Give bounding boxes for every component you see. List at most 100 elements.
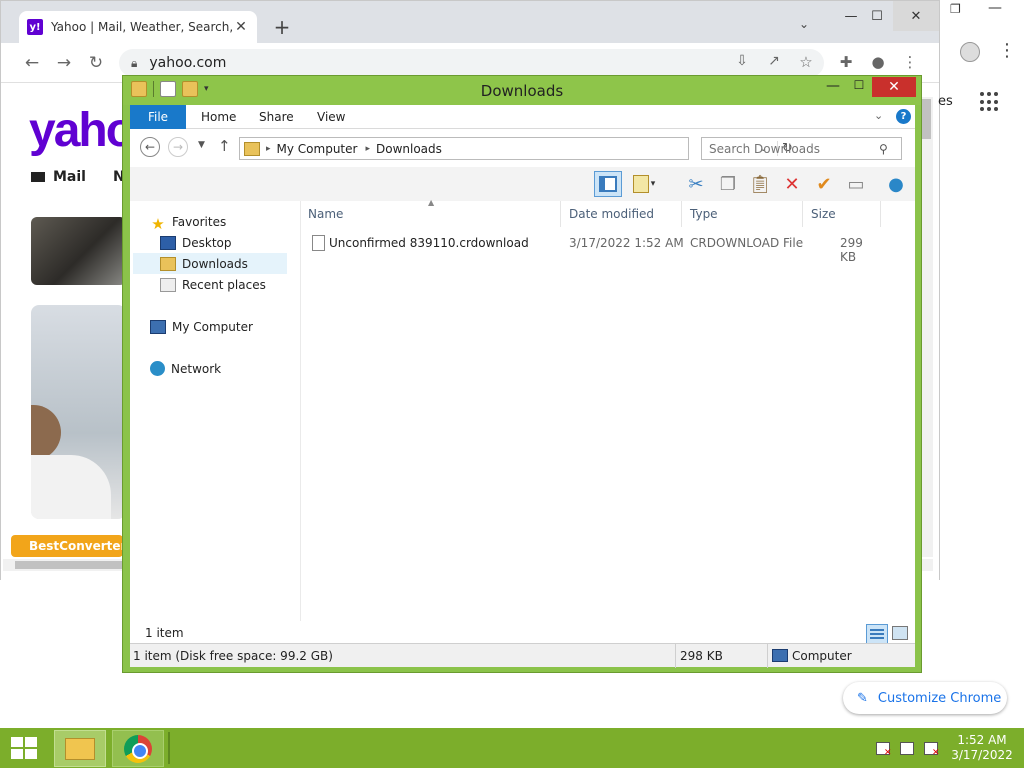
reload-icon[interactable]: ↻ (85, 53, 107, 73)
tab-share[interactable]: Share (259, 105, 294, 129)
yahoo-mail-link[interactable]: Mail (31, 169, 86, 185)
back-arrow-icon[interactable]: ← (21, 53, 43, 73)
up-arrow-icon[interactable]: ↑ (218, 137, 231, 155)
breadcrumb-my-computer[interactable]: My Computer (277, 142, 358, 156)
star-icon: ★ (151, 214, 165, 233)
search-input[interactable] (709, 141, 879, 156)
column-type[interactable]: Type (690, 207, 718, 227)
best-converter-ad[interactable]: BestConverter ONLINE (11, 535, 126, 563)
new-tab-button[interactable]: + (271, 15, 293, 39)
sidebar-item-recent-places[interactable]: Recent places (160, 274, 315, 295)
view-dropdown-icon: ▾ (650, 179, 656, 189)
tab-home[interactable]: Home (201, 105, 236, 129)
ribbon-expand-chevron-icon[interactable]: ⌄ (874, 109, 883, 122)
bookmark-star-icon[interactable]: ☆ (795, 53, 817, 71)
customize-chrome-button[interactable]: ✎ Customize Chrome (843, 682, 1007, 714)
restore-window-icon[interactable]: ❐ (950, 2, 961, 16)
forward-arrow-icon[interactable]: → (53, 53, 75, 73)
explorer-titlebar[interactable]: ▾ Downloads — ☐ ✕ (123, 76, 921, 105)
recent-locations-chevron-icon[interactable]: ▼ (198, 140, 205, 150)
clipboard-icon: 📋︎ (748, 173, 772, 195)
yahoo-logo[interactable]: yaho (29, 103, 135, 158)
column-separator[interactable] (560, 201, 561, 227)
column-separator[interactable] (880, 201, 881, 227)
rename-button[interactable]: ✔ (810, 171, 838, 197)
minimize-window-icon[interactable]: — (988, 0, 1002, 16)
hscroll-thumb[interactable] (15, 561, 125, 569)
explorer-close-button[interactable]: ✕ (872, 77, 916, 97)
search-icon[interactable]: ⚲ (879, 142, 888, 156)
properties-button[interactable]: ▭ (842, 171, 870, 197)
vscroll-thumb[interactable] (921, 99, 931, 139)
tab-search-chevron-icon[interactable]: ⌄ (799, 17, 809, 31)
tab-file[interactable]: File (130, 105, 186, 129)
taskbar-explorer-button[interactable] (54, 730, 106, 767)
taskbar-chrome-button[interactable] (112, 730, 164, 767)
copy-button[interactable]: ❐ (714, 171, 742, 197)
back-arrow-icon[interactable]: ← (140, 137, 160, 157)
command-toolbar: ▾ ✂ ❐ 📋︎ ✕ ✔ ▭ ● (130, 167, 915, 201)
install-app-icon[interactable]: ⇩ (731, 53, 753, 69)
person-head-shape (31, 405, 61, 460)
recent-places-icon (160, 277, 176, 292)
explorer-minimize-button[interactable]: — (820, 78, 846, 98)
pencil-icon: ✎ (857, 690, 868, 706)
chrome-close-button[interactable]: ✕ (893, 1, 939, 31)
column-date-modified[interactable]: Date modified (569, 207, 654, 227)
yahoo-right-partial: es (938, 94, 953, 109)
extensions-puzzle-icon[interactable]: ✚ (835, 53, 857, 71)
news-thumbnail[interactable] (31, 217, 126, 285)
preview-pane-button[interactable] (594, 171, 622, 197)
chrome-menu-icon[interactable]: ⋮ (899, 53, 921, 71)
navigation-pane: ★ Favorites Desktop Downloads Recent pla… (130, 201, 300, 621)
large-icons-view-button[interactable] (892, 626, 908, 640)
sidebar-item-desktop[interactable]: Desktop (160, 232, 315, 253)
browser-tab-yahoo[interactable]: y! Yahoo | Mail, Weather, Search, Po ✕ (19, 11, 257, 43)
explorer-maximize-button[interactable]: ☐ (846, 78, 872, 98)
forward-arrow-icon[interactable]: → (168, 137, 188, 157)
details-view-button[interactable] (866, 624, 888, 644)
status-size: 298 KB (675, 644, 767, 668)
breadcrumb-arrow-icon[interactable]: ▸ (266, 144, 271, 154)
profile-avatar-icon[interactable] (960, 42, 980, 62)
sidebar-item-my-computer[interactable]: My Computer (150, 316, 305, 337)
network-tray-icon[interactable] (900, 742, 914, 755)
taskbar-separator (168, 732, 170, 764)
help-button[interactable]: ? (896, 109, 911, 124)
column-name[interactable]: Name (308, 207, 343, 227)
feature-image[interactable] (31, 305, 126, 519)
table-row[interactable]: Unconfirmed 839110.crdownload 3/17/2022 … (302, 233, 882, 264)
breadcrumb-arrow-icon[interactable]: ▸ (365, 144, 370, 154)
search-box[interactable]: ⚲ (701, 137, 902, 160)
apps-grid-icon[interactable] (980, 92, 1000, 112)
delete-button[interactable]: ✕ (778, 171, 806, 197)
profile-avatar-icon[interactable]: ● (867, 53, 889, 71)
chrome-menu-icon[interactable]: ⋮ (998, 40, 1016, 61)
column-size[interactable]: Size (811, 207, 836, 227)
paste-button[interactable]: 📋︎ (746, 171, 774, 197)
change-view-button[interactable]: ▾ (630, 171, 658, 197)
sidebar-item-favorites[interactable]: ★ Favorites (150, 211, 305, 233)
address-bar[interactable]: ▸ My Computer ▸ Downloads ⌄ ↻ (239, 137, 793, 160)
chrome-maximize-button[interactable]: ☐ (859, 1, 895, 31)
sidebar-item-network[interactable]: Network (150, 358, 305, 379)
breadcrumb-downloads[interactable]: Downloads (376, 142, 442, 156)
sidebar-item-downloads[interactable]: Downloads (133, 253, 287, 274)
pane-divider[interactable] (300, 201, 301, 621)
tab-view[interactable]: View (317, 105, 345, 129)
tab-close-icon[interactable]: ✕ (233, 19, 249, 35)
taskbar-clock[interactable]: 1:52 AM 3/17/2022 (948, 733, 1016, 763)
customize-chrome-label: Customize Chrome (877, 690, 1002, 706)
file-name: Unconfirmed 839110.crdownload (329, 236, 529, 250)
status-bar: 1 item (Disk free space: 99.2 GB) 298 KB… (130, 643, 915, 668)
address-omnibox[interactable]: 🔒︎ yahoo.com (119, 49, 824, 77)
column-separator[interactable] (681, 201, 682, 227)
start-button[interactable] (8, 736, 40, 760)
check-icon: ✔ (816, 173, 832, 195)
cut-button[interactable]: ✂ (682, 171, 710, 197)
explorer-window: ▾ Downloads — ☐ ✕ File Home Share View ⌄… (122, 75, 922, 673)
globe-button[interactable]: ● (882, 171, 910, 197)
column-separator[interactable] (802, 201, 803, 227)
share-icon[interactable]: ↗ (763, 53, 785, 69)
desktop-icon (160, 235, 176, 250)
